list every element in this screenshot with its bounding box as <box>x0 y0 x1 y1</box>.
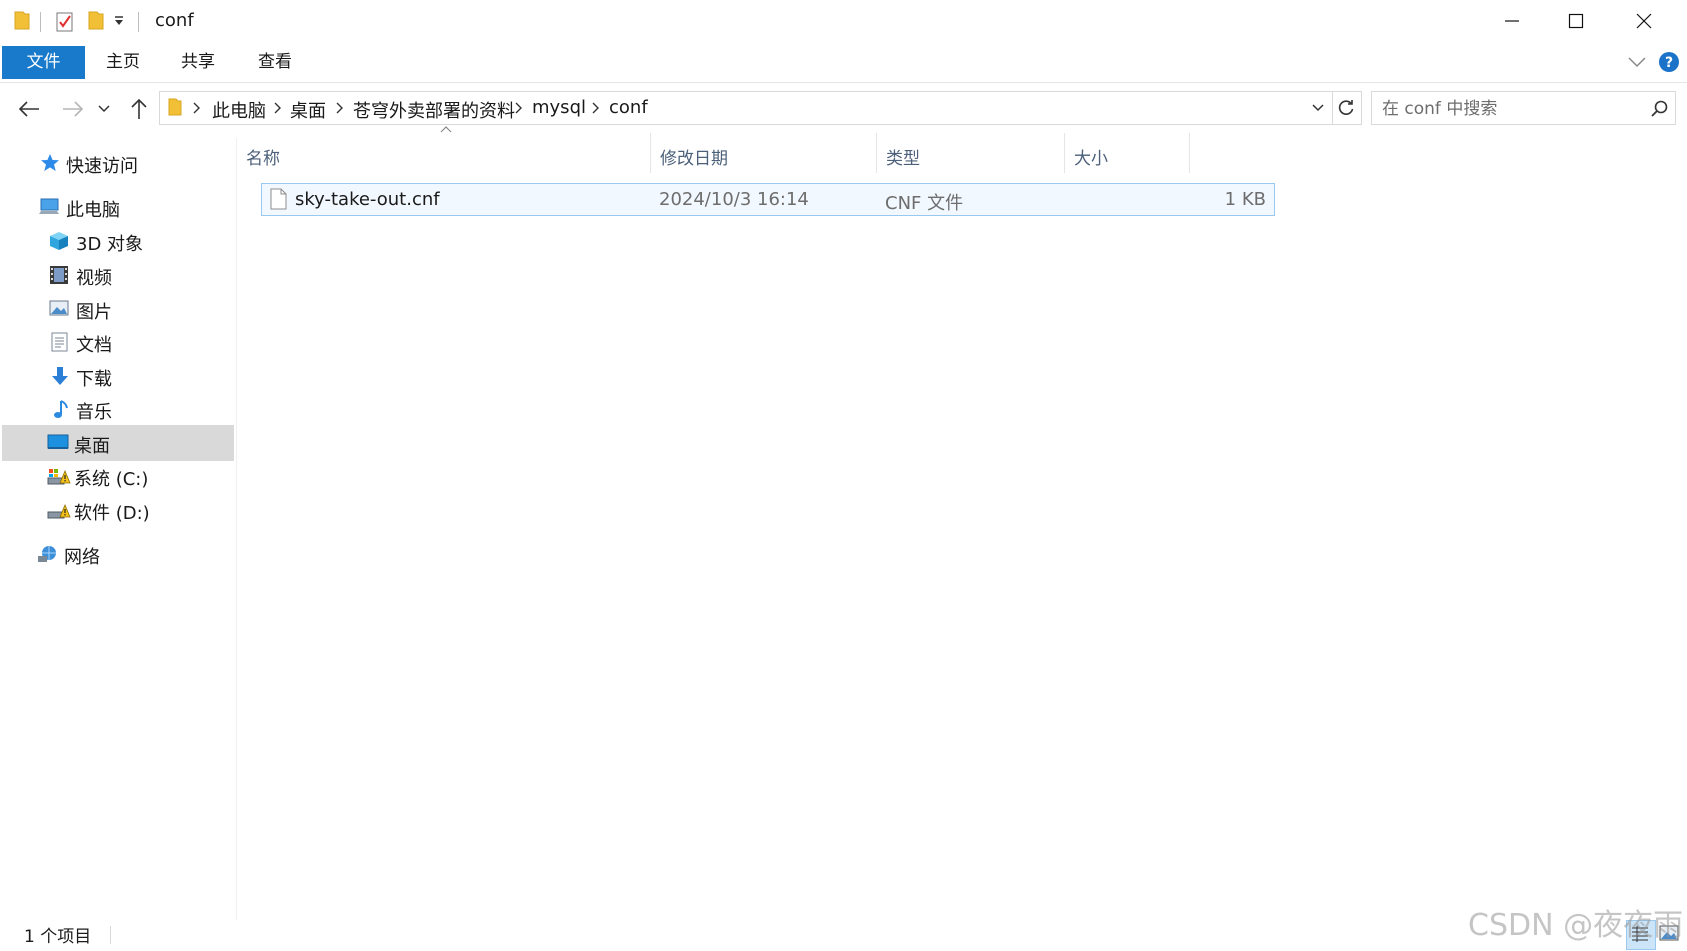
customize-quick-access-icon[interactable] <box>113 14 125 26</box>
breadcrumb-deploy-folder[interactable]: 苍穹外卖部署的资料 <box>353 97 515 123</box>
tab-home[interactable]: 主页 <box>88 46 158 79</box>
watermark: CSDN @夜夜雨 <box>1468 908 1684 943</box>
navigation-pane: 快速访问 此电脑 3D 对象 视频 图片 文档 下载 音乐 桌面 系统 (C:)… <box>0 138 237 920</box>
network-icon <box>37 544 59 564</box>
svg-text:?: ? <box>1665 55 1673 71</box>
sidebar-item-3d-objects[interactable]: 3D 对象 <box>2 223 234 259</box>
address-history-dropdown-icon[interactable] <box>1312 104 1324 112</box>
search-icon[interactable] <box>1651 100 1668 117</box>
breadcrumb-chevron-icon <box>336 102 344 114</box>
minimize-icon <box>1505 20 1519 22</box>
sidebar-item-label: 网络 <box>64 547 100 568</box>
column-header-name[interactable]: 名称 <box>236 133 651 173</box>
sidebar-item-label: 软件 (D:) <box>74 503 150 524</box>
sidebar-item-label: 文档 <box>76 335 112 356</box>
sidebar-item-label: 图片 <box>76 302 112 323</box>
sidebar-item-label: 桌面 <box>74 436 110 457</box>
sidebar-item-drive-c[interactable]: 系统 (C:) <box>2 458 234 494</box>
picture-icon <box>49 299 71 319</box>
properties-icon[interactable] <box>56 10 74 32</box>
desktop-icon <box>47 433 69 453</box>
tab-view[interactable]: 查看 <box>240 46 310 79</box>
window-title: conf <box>155 10 194 31</box>
tab-file[interactable]: 文件 <box>2 46 85 79</box>
file-name[interactable]: sky-take-out.cnf <box>295 189 440 210</box>
column-header-size[interactable]: 大小 <box>1064 133 1190 173</box>
sidebar-item-pictures[interactable]: 图片 <box>2 291 234 327</box>
sidebar-item-label: 音乐 <box>76 402 112 423</box>
breadcrumb-desktop[interactable]: 桌面 <box>290 97 326 123</box>
item-count: 1 个项目 <box>24 927 92 947</box>
breadcrumb-chevron-icon <box>193 102 201 114</box>
expand-ribbon-icon[interactable] <box>1628 56 1646 68</box>
sidebar-item-documents[interactable]: 文档 <box>2 324 234 360</box>
help-icon[interactable]: ? <box>1658 51 1680 73</box>
music-icon <box>51 399 73 419</box>
address-row: 此电脑 桌面 苍穹外卖部署的资料 mysql conf <box>0 89 1687 129</box>
sidebar-item-videos[interactable]: 视频 <box>2 257 234 293</box>
file-icon <box>270 188 287 210</box>
maximize-icon <box>1568 13 1584 29</box>
up-arrow-icon <box>131 98 147 119</box>
sort-ascending-icon <box>440 125 452 133</box>
sidebar-item-network[interactable]: 网络 <box>2 536 234 572</box>
column-header-type[interactable]: 类型 <box>876 133 1065 173</box>
column-header-modified[interactable]: 修改日期 <box>650 133 877 173</box>
breadcrumb-conf[interactable]: conf <box>609 97 648 118</box>
recent-locations-button[interactable] <box>94 95 114 123</box>
cube-icon <box>49 231 71 251</box>
close-icon <box>1636 13 1652 29</box>
sidebar-item-this-pc[interactable]: 此电脑 <box>2 189 234 225</box>
back-button[interactable] <box>14 95 44 123</box>
minimize-button[interactable] <box>1480 0 1544 42</box>
folder-icon <box>14 10 30 30</box>
status-bar: 1 个项目 <box>0 916 1687 951</box>
refresh-button[interactable] <box>1331 91 1362 125</box>
forward-arrow-icon <box>63 101 84 117</box>
table-row[interactable]: sky-take-out.cnf 2024/10/3 16:14 CNF 文件 … <box>261 183 1275 216</box>
sidebar-item-label: 下载 <box>76 369 112 390</box>
up-button[interactable] <box>124 95 154 123</box>
maximize-button[interactable] <box>1544 0 1608 42</box>
file-size: 1 KB <box>1224 189 1266 210</box>
drive-icon <box>47 466 71 486</box>
sidebar-item-label: 3D 对象 <box>76 234 144 255</box>
chevron-down-icon <box>98 105 110 113</box>
tab-share[interactable]: 共享 <box>163 46 233 79</box>
ribbon-tabs: 文件 主页 共享 查看 ? <box>0 46 1687 83</box>
file-type: CNF 文件 <box>885 193 964 214</box>
document-icon <box>51 332 73 352</box>
breadcrumb-chevron-icon <box>274 102 282 114</box>
sidebar-item-label: 系统 (C:) <box>74 469 149 490</box>
new-folder-icon[interactable] <box>88 10 104 30</box>
title-bar: conf <box>0 0 1687 42</box>
sidebar-item-desktop[interactable]: 桌面 <box>2 425 234 461</box>
sidebar-item-label: 视频 <box>76 268 112 289</box>
sidebar-item-label: 快速访问 <box>66 156 138 177</box>
drive-icon <box>47 500 71 520</box>
close-button[interactable] <box>1612 0 1676 42</box>
sidebar-item-label: 此电脑 <box>66 200 120 221</box>
computer-icon <box>38 197 60 217</box>
folder-icon <box>168 98 182 116</box>
file-modified: 2024/10/3 16:14 <box>659 189 809 210</box>
file-list: 名称 修改日期 类型 大小 sky-take-out.cnf 2024/10/3… <box>236 125 1687 908</box>
refresh-icon <box>1338 100 1354 115</box>
search-input[interactable] <box>1380 92 1634 126</box>
sidebar-item-drive-d[interactable]: 软件 (D:) <box>2 492 234 528</box>
breadcrumb-this-pc[interactable]: 此电脑 <box>212 97 266 123</box>
sidebar-item-music[interactable]: 音乐 <box>2 391 234 427</box>
download-icon <box>51 366 73 386</box>
back-arrow-icon <box>18 101 39 117</box>
sidebar-item-quick-access[interactable]: 快速访问 <box>2 145 234 181</box>
video-icon <box>49 265 71 285</box>
sidebar-item-downloads[interactable]: 下载 <box>2 358 234 394</box>
forward-button[interactable] <box>58 95 88 123</box>
address-bar[interactable]: 此电脑 桌面 苍穹外卖部署的资料 mysql conf <box>159 91 1333 125</box>
star-icon <box>40 153 62 173</box>
breadcrumb-mysql[interactable]: mysql <box>532 97 586 118</box>
breadcrumb-chevron-icon <box>515 102 523 114</box>
breadcrumb-chevron-icon <box>592 102 600 114</box>
search-box[interactable] <box>1371 91 1676 126</box>
